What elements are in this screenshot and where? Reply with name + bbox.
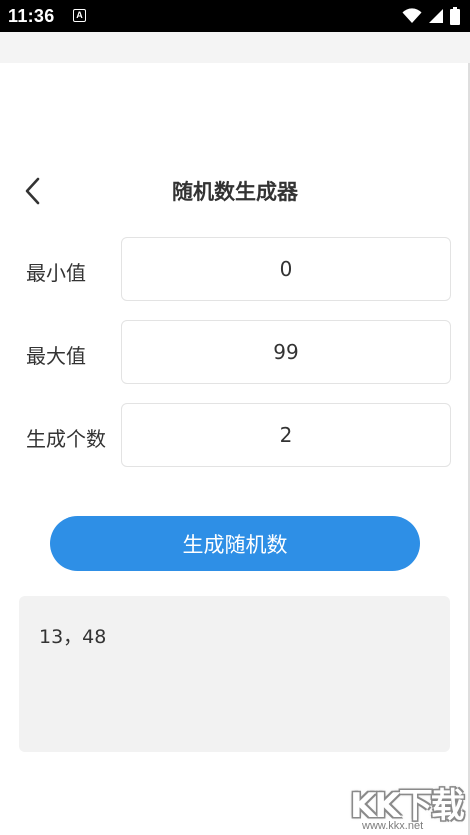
min-value-input[interactable] [121,237,451,301]
toolbar-band [0,32,470,63]
count-label: 生成个数 [26,427,106,451]
watermark: KK下载 www.kkx.net [350,778,468,834]
app-screen: 11:36 A 随机数生成器 最小值 最大值 [0,0,470,835]
status-icons [402,7,460,25]
count-input[interactable] [121,403,451,467]
notification-icon: A [73,9,86,22]
generate-button[interactable]: 生成随机数 [50,516,420,571]
result-text: 13，48 [39,626,107,648]
status-bar: 11:36 A [0,0,470,32]
status-time: 11:36 [8,6,55,26]
page-title: 随机数生成器 [172,180,298,204]
max-value-input[interactable] [121,320,451,384]
signal-icon [429,9,443,23]
page-header: 随机数生成器 [0,166,470,214]
min-value-label: 最小值 [26,261,86,285]
max-value-row: 最大值 [0,320,470,384]
watermark-url: www.kkx.net [362,820,424,832]
battery-icon [450,7,460,25]
count-row: 生成个数 [0,403,470,467]
max-value-label: 最大值 [26,344,86,368]
min-value-row: 最小值 [0,237,470,301]
wifi-icon [402,8,422,23]
result-box: 13，48 [19,596,450,752]
